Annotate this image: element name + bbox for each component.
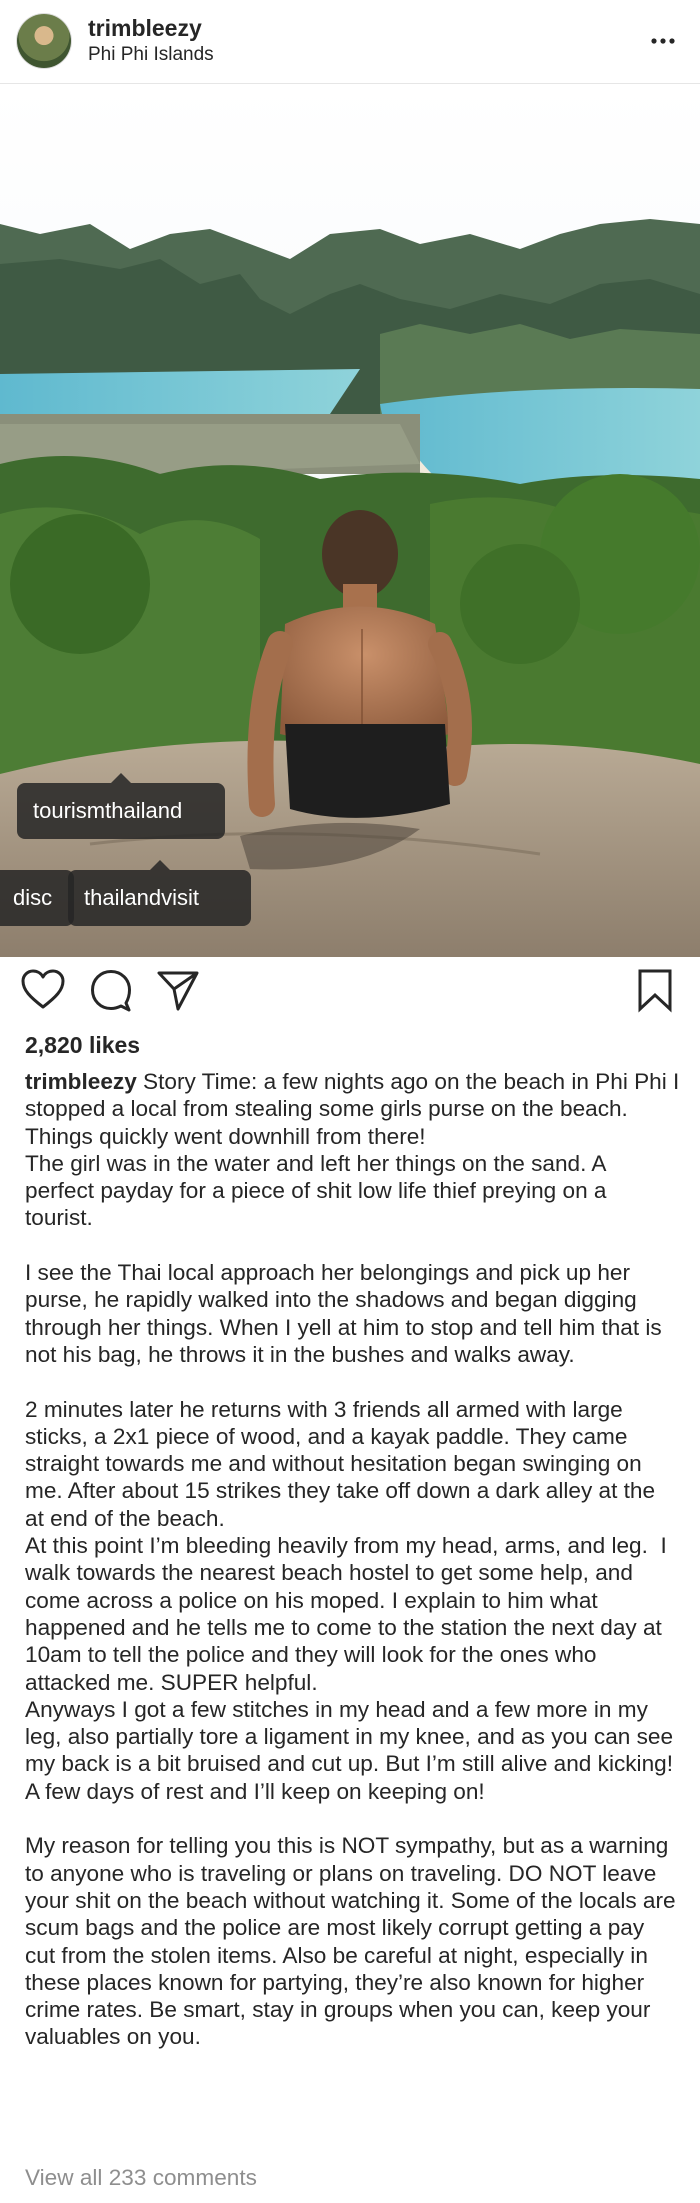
likes-count[interactable]: 2,820 likes (25, 1032, 140, 1059)
caption-text: Story Time: a few nights ago on the beac… (25, 1069, 680, 2050)
post-location[interactable]: Phi Phi Islands (88, 44, 214, 66)
caption-username[interactable]: trimbleezy (25, 1069, 137, 1094)
paper-plane-icon[interactable] (155, 967, 201, 1013)
photo-tag-partial[interactable]: disc (0, 870, 74, 926)
bookmark-icon[interactable] (632, 967, 678, 1013)
photo-tag-tourismthailand[interactable]: tourismthailand (17, 773, 225, 839)
post-username[interactable]: trimbleezy (88, 15, 202, 42)
post-photo[interactable]: tourismthailand disc thailandvisit (0, 84, 700, 957)
heart-icon[interactable] (20, 967, 66, 1013)
post-action-bar (0, 957, 700, 1027)
post-header: trimbleezy Phi Phi Islands (0, 0, 700, 84)
avatar[interactable] (17, 14, 71, 68)
comment-bubble-icon[interactable] (88, 967, 134, 1013)
view-all-comments-link[interactable]: View all 233 comments (25, 2165, 257, 2191)
more-dots-icon[interactable] (648, 26, 678, 56)
post-caption: trimbleezy Story Time: a few nights ago … (25, 1068, 680, 2051)
photo-tag-thailandvisit[interactable]: thailandvisit (68, 860, 251, 926)
